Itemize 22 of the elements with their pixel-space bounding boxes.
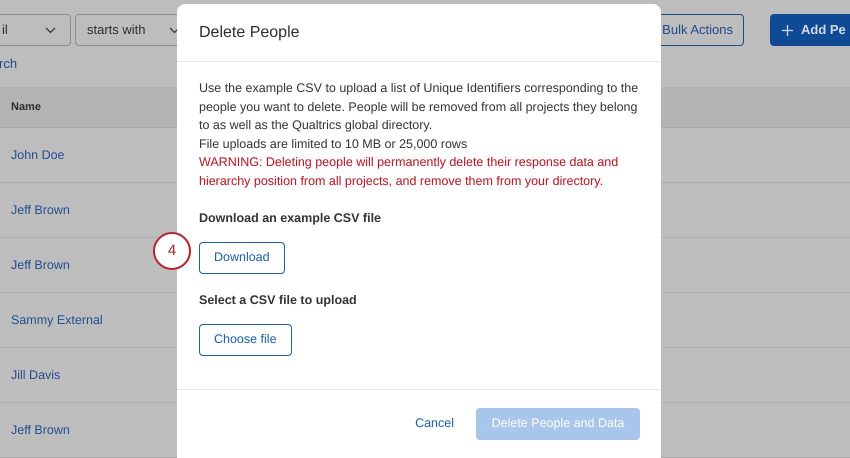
- warning-text: WARNING: Deleting people will permanently delete their response data and hierarchy position from all projects, and remove them from your directory.: [199, 154, 620, 190]
- download-button[interactable]: Download: [199, 242, 285, 274]
- person-name-link[interactable]: Jill Davis: [11, 366, 60, 384]
- person-name-link[interactable]: Jeff Brown: [11, 420, 70, 440]
- column-header: Name: [11, 100, 41, 115]
- add-button[interactable]: Add Pe: [770, 14, 850, 46]
- chevron-down-icon: [45, 26, 56, 34]
- plus-icon: [782, 24, 793, 36]
- person-name-link[interactable]: John Doe: [11, 146, 65, 164]
- person-name-link[interactable]: Jeff Brown: [11, 256, 70, 274]
- person-name-link[interactable]: Jeff Brown: [11, 200, 70, 220]
- section-heading: Download an example CSV file: [199, 210, 382, 227]
- section-heading: Select a CSV file to upload: [199, 292, 358, 309]
- person-name-link[interactable]: Sammy External: [11, 310, 103, 330]
- description-text: File uploads are limited to 10 MB or 25,000 rows: [199, 136, 468, 153]
- chevron-down-icon: [169, 26, 180, 34]
- step-number-badge: 4: [153, 232, 191, 270]
- cancel-button[interactable]: Cancel: [409, 408, 460, 440]
- dialog-title: Delete People: [199, 22, 300, 42]
- filter-dropdown[interactable]: il: [0, 14, 71, 46]
- choose-file-button[interactable]: Choose file: [199, 324, 292, 356]
- description-text: Use the example CSV to upload a list of Unique Identifiers corresponding to the people you want to delete. People will be removed from all projects they belong to as well as the Qualtrics global directory.: [199, 80, 640, 134]
